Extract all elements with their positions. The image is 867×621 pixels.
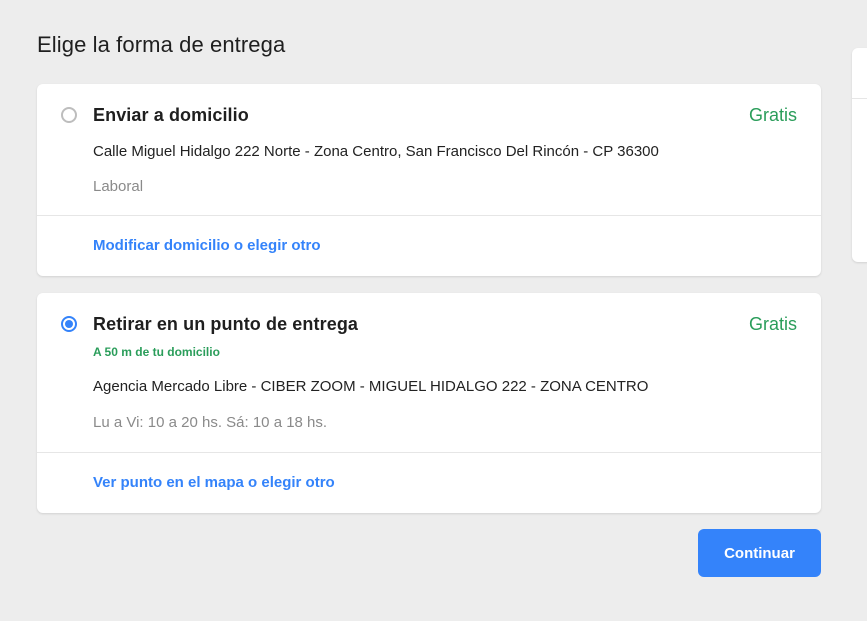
card-divider xyxy=(37,215,821,216)
pickup-hours: Lu a Vi: 10 a 20 hs. Sá: 10 a 18 hs. xyxy=(93,414,328,431)
pickup-address: Agencia Mercado Libre - CIBER ZOOM - MIG… xyxy=(93,378,649,395)
delivery-option-pickup[interactable]: Retirar en un punto de entrega Gratis A … xyxy=(37,293,821,513)
delivery-option-home[interactable]: Enviar a domicilio Gratis Calle Miguel H… xyxy=(37,84,821,276)
distance-badge: A 50 m de tu domicilio xyxy=(93,345,220,359)
price-pickup-point: Gratis xyxy=(748,314,797,334)
side-panel xyxy=(852,48,867,262)
page-title: Elige la forma de entrega xyxy=(37,32,286,57)
address-label: Laboral xyxy=(93,178,144,195)
radio-pickup-point[interactable] xyxy=(61,316,77,332)
home-address: Calle Miguel Hidalgo 222 Norte - Zona Ce… xyxy=(93,143,659,160)
option-title-pickup-point: Retirar en un punto de entrega xyxy=(93,314,359,334)
option-title-home-delivery: Enviar a domicilio xyxy=(93,105,249,125)
view-map-link[interactable]: Ver punto en el mapa o elegir otro xyxy=(93,474,335,491)
modify-address-link[interactable]: Modificar domicilio o elegir otro xyxy=(93,237,321,254)
continue-button[interactable]: Continuar xyxy=(698,529,821,577)
card-divider xyxy=(37,452,821,453)
radio-home-delivery[interactable] xyxy=(61,107,77,123)
side-panel-divider xyxy=(852,98,867,99)
price-home-delivery: Gratis xyxy=(748,105,797,125)
